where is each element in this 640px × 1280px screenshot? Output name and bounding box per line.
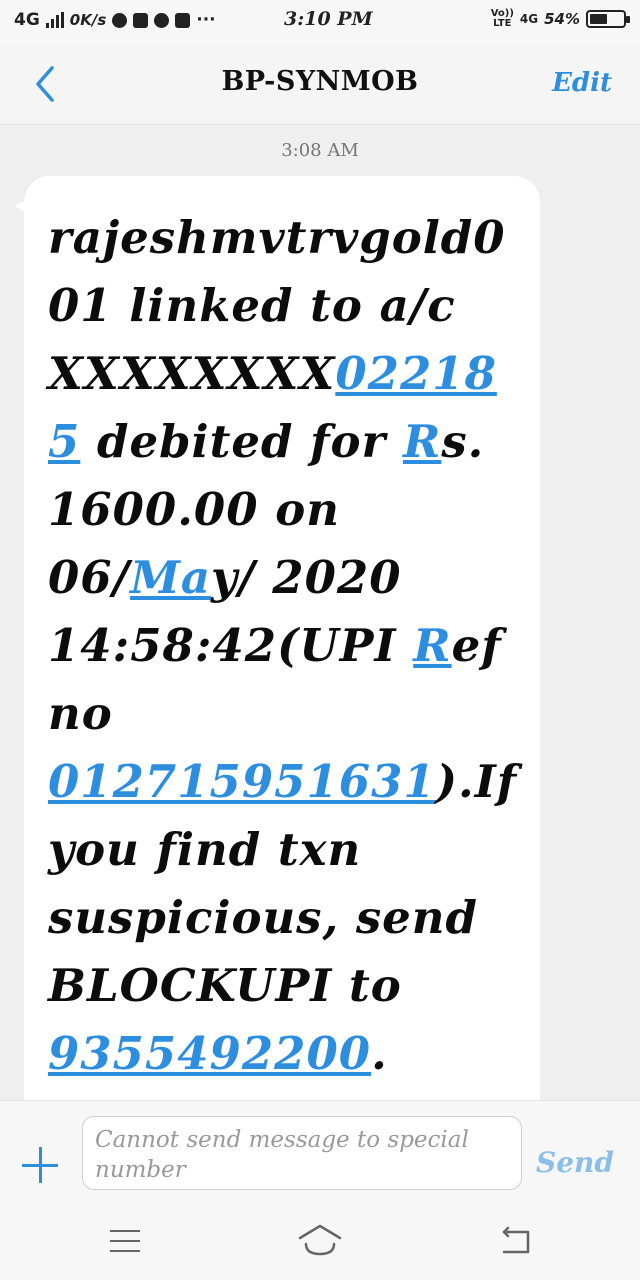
overflow-indicator: ··· (196, 10, 216, 30)
status-left: 4G 0K/s ··· (14, 10, 216, 30)
message-input[interactable]: Cannot send message to special number (82, 1116, 522, 1190)
menu-icon[interactable] (106, 1222, 150, 1258)
network-label: 4G (14, 10, 40, 30)
battery-percent: 54% (544, 10, 580, 28)
send-button[interactable]: Send (536, 1146, 614, 1179)
battery-icon (586, 10, 630, 28)
youtube-icon (133, 12, 149, 28)
back-icon[interactable] (494, 1222, 538, 1258)
chrome-icon (154, 12, 170, 28)
ref-number-link[interactable]: 012715951631 (48, 755, 436, 808)
network-speed: 0K/s (69, 11, 107, 29)
navigation-bar (0, 1200, 640, 1280)
status-time: 3:10 PM (284, 8, 373, 30)
net-type-label: 4G (519, 12, 539, 26)
status-right: Vo)) LTE 4G 54% (490, 8, 630, 29)
notification-app-icon (112, 12, 128, 28)
conversation-title: BP-SYNMOB (221, 66, 419, 97)
composer-bar: Cannot send message to special number Se… (0, 1100, 640, 1201)
message-bubble: rajeshmvtrvgold001 linked to a/c XXXXXXX… (24, 176, 540, 1106)
edit-button[interactable]: Edit (552, 68, 612, 98)
volte-icon: Vo)) LTE (490, 8, 514, 29)
facebook-icon (175, 12, 191, 28)
phone-number-link[interactable]: 9355492200 (48, 1027, 371, 1080)
currency-link[interactable]: R (403, 415, 441, 468)
battery-level (590, 14, 607, 24)
date-link[interactable]: Ma (130, 551, 211, 604)
plus-icon[interactable] (22, 1147, 60, 1185)
home-icon[interactable] (298, 1222, 342, 1258)
signal-icon (45, 12, 64, 28)
ref-link[interactable]: R (413, 619, 451, 672)
message-timestamp: 3:08 AM (281, 140, 359, 161)
conversation-header: BP-SYNMOB Edit (0, 44, 640, 125)
status-bar: 4G 0K/s ··· 3:10 PM Vo)) LTE 4G 54% (0, 0, 640, 44)
message-text: rajeshmvtrvgold001 linked to a/c XXXXXXX… (48, 211, 518, 1106)
